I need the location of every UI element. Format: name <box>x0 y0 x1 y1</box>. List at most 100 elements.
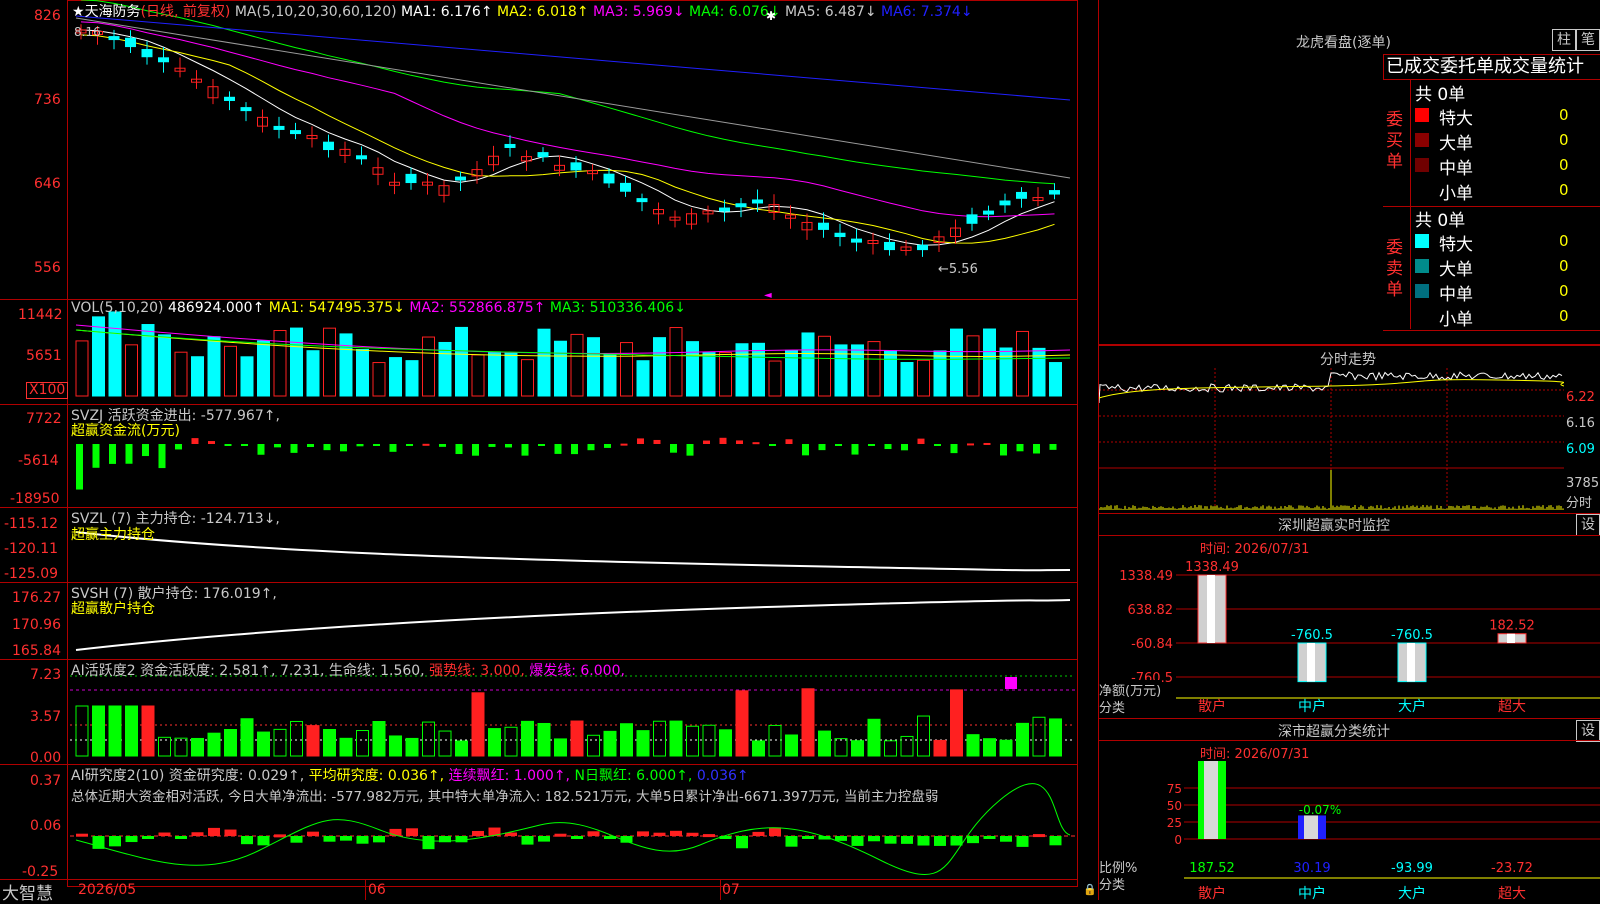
category-label: 超大 <box>1498 699 1526 715</box>
activity-bar <box>141 705 155 757</box>
sz-class-title: 深市超赢分类统计 <box>1278 724 1390 740</box>
research-bar <box>835 836 847 841</box>
retail-holding-line <box>75 599 1071 651</box>
research-bar <box>868 836 880 842</box>
bar-value-label: 182.52 <box>1489 619 1535 634</box>
fund-flow-bar <box>208 441 215 444</box>
bar-highlight <box>1407 643 1415 682</box>
vol-bar <box>405 360 419 397</box>
order-size-label: 大单 <box>1439 134 1473 154</box>
fund-flow-bar <box>1000 444 1007 456</box>
ma-line <box>75 15 1071 101</box>
fund-flow-bar <box>950 444 958 454</box>
longhu-title: 龙虎看盘(逐单) <box>1296 35 1391 51</box>
candle-body <box>603 173 615 184</box>
fund-flow-bar <box>752 442 760 445</box>
bar-value-label: -760.5 <box>1391 628 1433 643</box>
research-bar <box>224 829 237 836</box>
fund-flow-bar <box>983 442 991 445</box>
sz-monitor-settings-button[interactable]: 设 <box>1576 514 1600 536</box>
fund-flow-bar <box>1016 444 1024 452</box>
ai2-tick: 0.37 <box>30 773 62 789</box>
vol-bar <box>455 326 468 397</box>
candle-body <box>240 107 252 112</box>
order-size-label: 特大 <box>1439 235 1473 255</box>
vol-bar <box>818 335 831 397</box>
activity-bar <box>636 730 650 757</box>
date-label: 06 <box>368 882 386 898</box>
research-bar <box>917 836 930 846</box>
research-bar <box>142 836 154 839</box>
sz-class-settings-button[interactable]: 设 <box>1576 720 1600 742</box>
activity-bar <box>405 737 419 757</box>
activity-bar <box>537 722 551 757</box>
research-bar <box>554 833 567 837</box>
fund-flow-bar <box>868 444 875 446</box>
bar-mode-button[interactable]: 柱 <box>1552 29 1576 51</box>
category-label: 散户 <box>1198 885 1226 900</box>
research-bar <box>455 836 468 843</box>
research-bar <box>950 836 963 846</box>
activity-bar <box>240 718 254 757</box>
candle-body <box>966 214 978 224</box>
candle-body <box>504 143 516 148</box>
vol-bar <box>174 351 188 397</box>
fund-flow-bar <box>191 438 199 444</box>
vol-bar <box>488 351 501 397</box>
fund-flow-bar <box>175 444 182 450</box>
fund-flow-bar <box>422 443 430 446</box>
fund-flow-bar <box>323 444 331 451</box>
research-bar <box>472 830 484 836</box>
research-bar <box>191 832 204 836</box>
research-bar <box>752 831 765 836</box>
price-tick: 556 <box>34 260 61 276</box>
candle-body <box>537 152 549 158</box>
fund-flow-bar <box>472 444 479 456</box>
order-count: 0 <box>1559 156 1569 174</box>
sz-class-chart[interactable]: 75 50 25 0 187.52 散户 30.19 中户 -93.99 大户 -23.72 超大 -0… <box>1098 760 1600 900</box>
vol-bar <box>323 327 336 397</box>
longhu-subtitle: 已成交委托单成交量统计 <box>1386 56 1584 77</box>
fund-flow-bar <box>1033 444 1040 454</box>
intraday-price-tick: 6.22 <box>1566 390 1595 405</box>
vol-bar <box>917 359 930 397</box>
order-count: 0 <box>1559 282 1569 300</box>
intraday-chart[interactable] <box>1099 368 1564 510</box>
vol-bar <box>719 352 732 397</box>
activity-bar <box>752 740 765 757</box>
vol-bar <box>554 340 567 397</box>
vol-unit-badge: X100 <box>26 382 69 399</box>
fund-flow-bar <box>670 444 677 453</box>
brand-logo: 大智慧 <box>2 884 53 904</box>
activity-bar <box>92 705 105 757</box>
bar-value-label: 1338.49 <box>1185 560 1239 575</box>
fund-flow-bar <box>571 444 578 455</box>
activity-bar <box>669 720 683 757</box>
candle-body <box>224 96 235 101</box>
research-bar <box>967 836 979 844</box>
vol-bar <box>257 340 270 397</box>
research-bar <box>241 836 253 845</box>
research-bar <box>637 831 649 836</box>
fund-flow-bar <box>835 444 842 446</box>
bar-highlight <box>1207 575 1215 643</box>
fund-flow-bar <box>340 444 347 452</box>
vol-bar <box>75 340 89 397</box>
vol-bar <box>702 352 716 397</box>
vol-bar <box>851 344 864 397</box>
research-bar <box>356 836 369 844</box>
fund-flow-bar <box>142 444 149 457</box>
svzj-tick: 7722 <box>26 411 62 427</box>
intraday-title: 分时走势 <box>1320 352 1376 368</box>
color-swatch <box>1415 133 1429 147</box>
color-swatch <box>1415 234 1429 248</box>
sz-monitor-chart[interactable]: 1338.49 638.82 -60.84 -760.5 1338.49 散户 -760.5… <box>1098 555 1600 718</box>
tick-mode-button[interactable]: 笔 <box>1576 29 1600 51</box>
sell-orders-label: 委卖单 <box>1386 238 1403 300</box>
vol-bar <box>471 354 485 397</box>
bar-highlight <box>1304 815 1318 839</box>
candle-body <box>917 244 928 251</box>
price-tick: 646 <box>34 176 61 192</box>
fund-flow-bar <box>1049 444 1057 450</box>
ma-line <box>80 29 1055 246</box>
